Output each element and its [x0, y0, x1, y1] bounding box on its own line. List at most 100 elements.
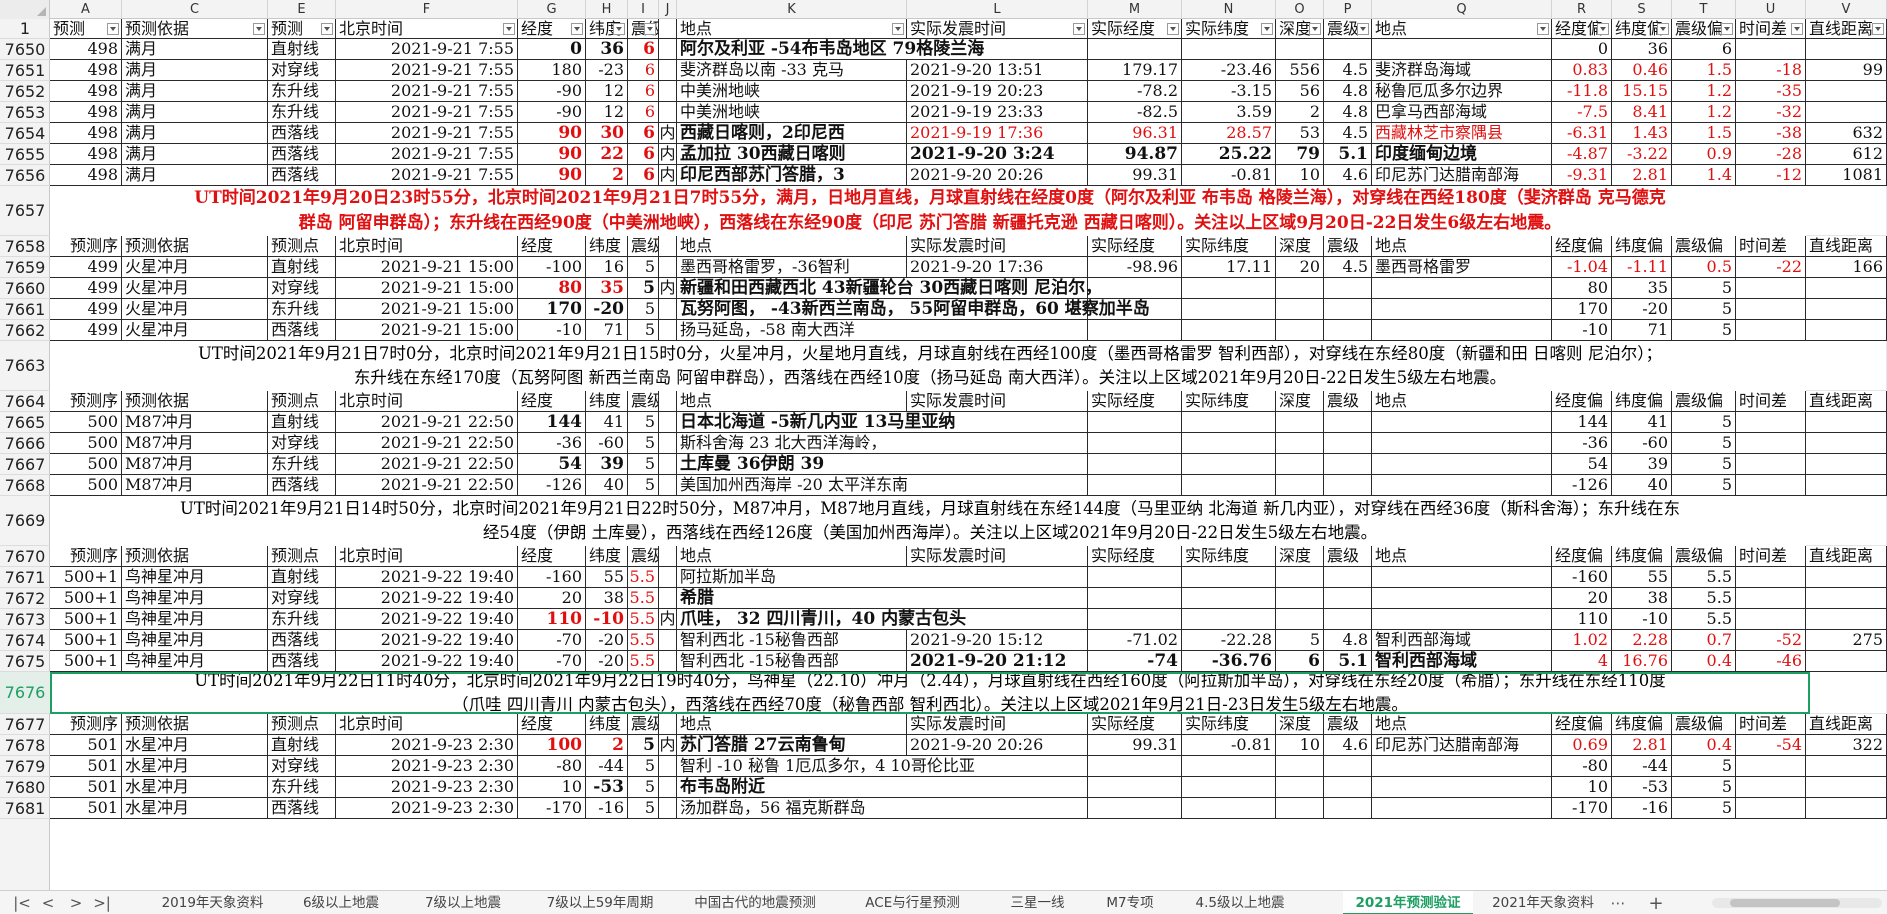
table-cell[interactable]: 38	[586, 588, 628, 609]
section-header-cell[interactable]: 预测序	[50, 391, 122, 412]
table-cell[interactable]	[659, 412, 677, 433]
section-header-cell[interactable]: 预测点	[268, 714, 336, 735]
table-cell[interactable]: 直射线	[268, 39, 336, 60]
table-cell[interactable]: 对穿线	[268, 278, 336, 299]
table-cell[interactable]: -35	[1736, 81, 1806, 102]
table-cell[interactable]: 166	[1806, 257, 1887, 278]
table-cell[interactable]: 2021-9-23 2:30	[336, 798, 518, 819]
table-cell[interactable]	[1372, 777, 1552, 798]
section-header-cell[interactable]: 经度	[518, 236, 586, 257]
table-cell[interactable]: 中美洲地峡	[677, 102, 907, 123]
table-cell[interactable]: 55	[586, 567, 628, 588]
row-number[interactable]: 7659	[0, 257, 50, 278]
section-header-cell[interactable]: 实际经度	[1088, 714, 1182, 735]
table-cell[interactable]: -100	[518, 257, 586, 278]
table-cell[interactable]	[1806, 320, 1887, 341]
prev-sheet-button[interactable]: <	[36, 891, 60, 914]
section-header-cell[interactable]: 实际纬度	[1182, 236, 1276, 257]
table-cell[interactable]: 2021-9-21 15:00	[336, 320, 518, 341]
table-cell[interactable]: 2021-9-21 7:55	[336, 39, 518, 60]
table-cell[interactable]: 500	[50, 454, 122, 475]
table-cell[interactable]: M87冲月	[122, 475, 268, 496]
sheet-tab[interactable]: ACE与行星预测	[840, 891, 985, 914]
header-cell[interactable]: 深度	[1276, 19, 1324, 39]
section-header-cell[interactable]: 震级偏	[1672, 391, 1736, 412]
table-cell[interactable]: -22	[1736, 257, 1806, 278]
table-cell[interactable]: 38	[1612, 588, 1672, 609]
section-header-cell[interactable]: 地点	[1372, 391, 1552, 412]
row-number[interactable]: 7663	[0, 341, 50, 391]
table-cell[interactable]: 阿拉斯加半岛	[677, 567, 1327, 588]
section-header-cell[interactable]: 预测点	[268, 236, 336, 257]
table-cell[interactable]: 5	[628, 777, 659, 798]
table-cell[interactable]: 5	[1672, 475, 1736, 496]
table-cell[interactable]: 0.83	[1552, 60, 1612, 81]
table-cell[interactable]: -7.5	[1552, 102, 1612, 123]
table-cell[interactable]	[1372, 320, 1552, 341]
section-header-cell[interactable]: 深度	[1276, 391, 1324, 412]
row-number[interactable]: 7655	[0, 144, 50, 165]
table-cell[interactable]: 632	[1806, 123, 1887, 144]
table-cell[interactable]	[1806, 299, 1887, 320]
table-cell[interactable]	[659, 798, 677, 819]
table-cell[interactable]: 71	[586, 320, 628, 341]
horizontal-scrollbar[interactable]	[1712, 898, 1882, 908]
section-header-cell[interactable]: 时间差	[1736, 236, 1806, 257]
column-header-c[interactable]: C	[122, 0, 268, 19]
table-cell[interactable]: 2.81	[1612, 165, 1672, 186]
table-cell[interactable]	[1736, 433, 1806, 454]
header-cell[interactable]: 北京时间	[336, 19, 518, 39]
table-cell[interactable]: 内	[659, 609, 677, 630]
table-cell[interactable]	[659, 777, 677, 798]
table-cell[interactable]: 5	[628, 412, 659, 433]
scrollbar-thumb[interactable]	[1730, 899, 1840, 907]
table-cell[interactable]: 鸟神星冲月	[122, 651, 268, 672]
section-header-cell[interactable]: 北京时间	[336, 714, 518, 735]
add-sheet-icon[interactable]: +	[1644, 891, 1668, 914]
table-cell[interactable]: 4.6	[1324, 165, 1372, 186]
table-cell[interactable]: 6	[628, 102, 659, 123]
column-header-a[interactable]: A	[50, 0, 122, 19]
table-cell[interactable]: -74	[1088, 651, 1182, 672]
table-cell[interactable]: 2021-9-21 7:55	[336, 60, 518, 81]
table-cell[interactable]: 中美洲地峡	[677, 81, 907, 102]
table-cell[interactable]: 2021-9-21 22:50	[336, 412, 518, 433]
table-cell[interactable]: 墨西哥格雷罗	[1372, 257, 1552, 278]
table-cell[interactable]	[1324, 412, 1372, 433]
table-cell[interactable]: 5	[628, 798, 659, 819]
section-header-cell[interactable]: 纬度	[586, 236, 628, 257]
table-cell[interactable]: 498	[50, 81, 122, 102]
table-cell[interactable]: 2021-9-21 15:00	[336, 257, 518, 278]
section-header-cell[interactable]: 纬度	[586, 546, 628, 567]
table-cell[interactable]: 内	[659, 144, 677, 165]
table-cell[interactable]	[1806, 39, 1887, 60]
sheet-tab-active[interactable]: 2021年预测验证	[1343, 891, 1473, 914]
filter-dropdown-icon[interactable]	[1791, 22, 1803, 35]
column-header-q[interactable]: Q	[1372, 0, 1552, 19]
table-cell[interactable]: 西藏林芝市察隅县	[1372, 123, 1552, 144]
filter-dropdown-icon[interactable]	[1537, 22, 1549, 35]
table-cell[interactable]: 99.31	[1088, 735, 1182, 756]
table-cell[interactable]: 西落线	[268, 165, 336, 186]
filter-dropdown-icon[interactable]	[1357, 22, 1369, 35]
table-cell[interactable]: 0	[1552, 39, 1612, 60]
filter-dropdown-icon[interactable]	[1721, 22, 1733, 35]
table-cell[interactable]: -126	[518, 475, 586, 496]
table-cell[interactable]: 5	[628, 257, 659, 278]
table-cell[interactable]: 满月	[122, 123, 268, 144]
table-cell[interactable]: -160	[518, 567, 586, 588]
table-cell[interactable]: -60	[1612, 433, 1672, 454]
section-header-cell[interactable]: 地点	[677, 546, 907, 567]
row-number[interactable]: 7667	[0, 454, 50, 475]
table-cell[interactable]	[1324, 320, 1372, 341]
table-cell[interactable]: -82.5	[1088, 102, 1182, 123]
table-cell[interactable]: 东升线	[268, 454, 336, 475]
table-cell[interactable]	[659, 651, 677, 672]
table-cell[interactable]: 36	[1612, 39, 1672, 60]
cell-grid[interactable]: 预测预测依据预测北京时间经度纬度震级地点实际发震时间实际经度实际纬度深度震级地点…	[50, 19, 1887, 890]
table-cell[interactable]	[659, 60, 677, 81]
row-number[interactable]: 7674	[0, 630, 50, 651]
table-cell[interactable]: 40	[586, 475, 628, 496]
table-cell[interactable]	[1372, 567, 1552, 588]
table-cell[interactable]: 25.22	[1182, 144, 1276, 165]
